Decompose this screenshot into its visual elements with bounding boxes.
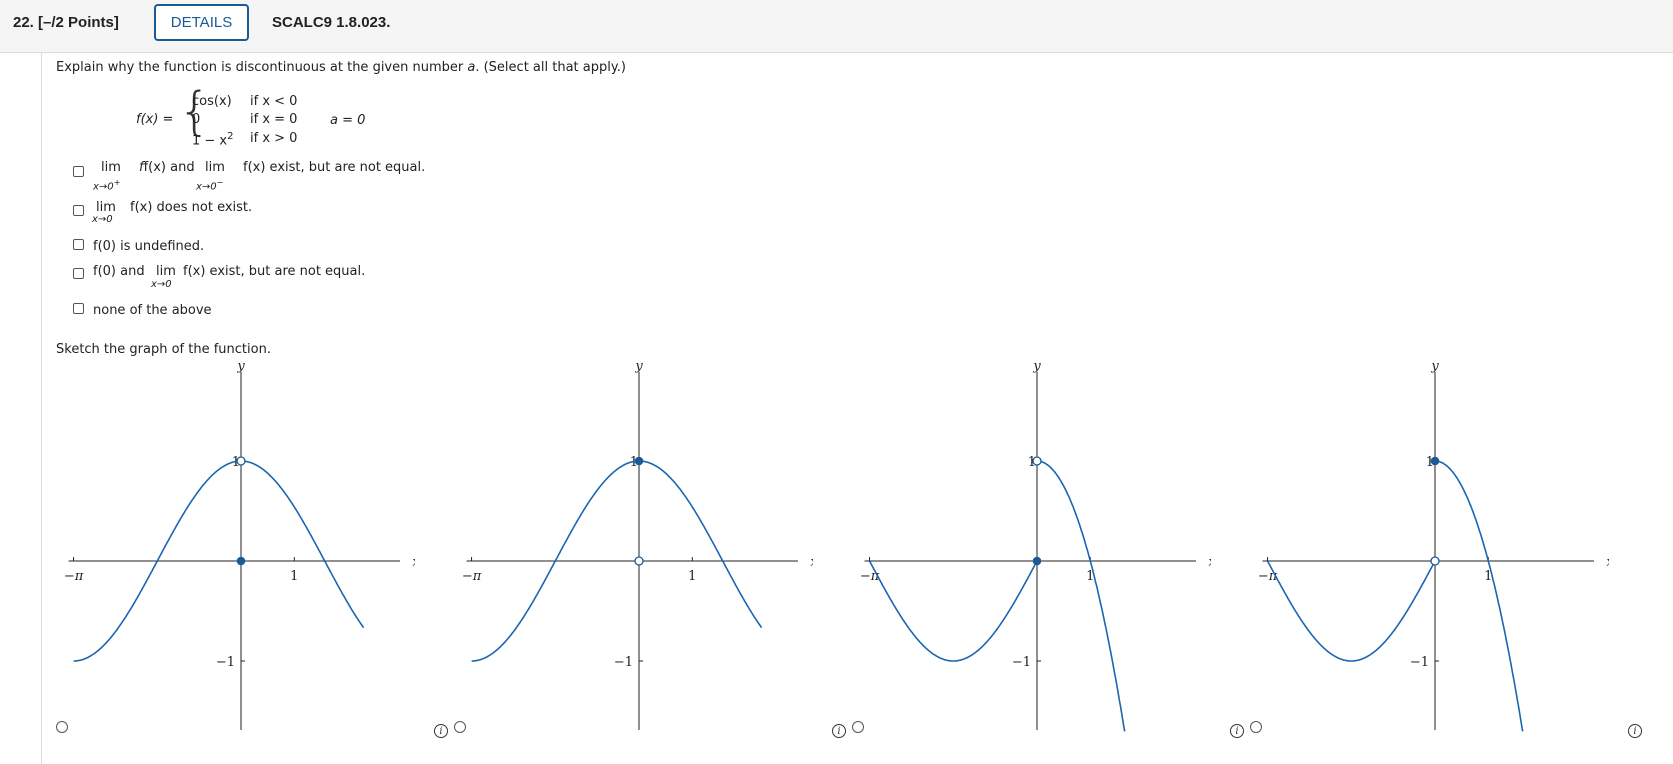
graph-4-radio[interactable] [1250,721,1262,733]
option-4-checkbox[interactable] [73,268,84,279]
graph-2-radio[interactable] [454,721,466,733]
tick-label-neg-pi: −π [1258,569,1278,584]
lim-sub: x→0+ [93,177,121,193]
tick-label-one: 1 [290,569,298,584]
piece-2-cond: if x = 0 [250,112,298,127]
y-axis-label: y [1430,360,1439,374]
problem-code: SCALC9 1.8.023. [272,14,391,31]
question-header: 22. [–/2 Points] DETAILS SCALC9 1.8.023. [0,0,1673,53]
filled-point [236,556,246,566]
option-4-text-a: f(0) and [93,264,145,279]
graph-1-radio[interactable] [56,721,68,733]
tick-label-neg-one: −1 [1410,655,1429,670]
piece-3-cond: if x > 0 [250,131,298,146]
info-icon[interactable]: i [832,724,846,738]
tick-label-neg-one: −1 [1012,655,1031,670]
lim-text: lim [205,160,225,175]
option-5-checkbox[interactable] [73,303,84,314]
question-number: 22. [–/2 Points] [13,14,119,31]
curve-left-piece [1266,560,1436,662]
open-point [1032,456,1042,466]
filled-point [1430,456,1440,466]
tick-label-one: 1 [688,569,696,584]
option-2-text: f(x) does not exist. [130,200,253,215]
graph-choice-1: xy−π1−11 [55,359,420,735]
function-lhs: f(x) = [136,112,174,127]
y-axis-label: y [236,360,245,374]
x-axis-label: x [1208,555,1211,570]
open-point [634,556,644,566]
question-number-text: 22. [13,14,34,31]
graph-choice-3: xy−π1−11 [851,359,1216,735]
tick-label-neg-pi: −π [64,569,84,584]
graph-choice-4: xy−π1−11 [1249,359,1614,735]
graph-1-svg: xy−π1−11 [64,359,420,730]
piece-1-cond: if x < 0 [250,94,298,109]
details-button[interactable]: DETAILS [154,4,249,41]
y-axis-label: y [634,360,643,374]
info-icon[interactable]: i [434,724,448,738]
tick-label-neg-pi: −π [860,569,880,584]
tick-label-neg-pi: −π [462,569,482,584]
graph-4-svg: xy−π1−11 [1258,359,1614,732]
question-prompt: Explain why the function is discontinuou… [56,60,626,75]
points-text: [–/2 Points] [38,14,119,31]
sketch-prompt: Sketch the graph of the function. [56,342,271,357]
option-5-label: none of the above [93,303,212,318]
curve-right-piece [1037,460,1126,732]
option-4-text-b: f(x) exist, but are not equal. [183,264,366,279]
info-icon[interactable]: i [1230,724,1244,738]
prompt-text: Explain why the function is discontinuou… [56,60,464,75]
option-2-checkbox[interactable] [73,205,84,216]
option-1-checkbox[interactable] [73,166,84,177]
point-a: a = 0 [330,113,366,128]
lim-text: lim [156,264,176,279]
piece-3-expr: 1 − x2 [192,131,234,149]
x-axis-label: x [412,555,415,570]
open-point [236,456,246,466]
lim-text: lim [101,160,121,175]
lim-text: lim [96,200,116,215]
option-3-checkbox[interactable] [73,239,84,250]
option-3-label: f(0) is undefined. [93,239,205,254]
graph-2-svg: xy−π1−11 [462,359,818,730]
graph-choice-2: xy−π1−11 [453,359,818,735]
filled-point [634,456,644,466]
x-axis-label: x [810,555,813,570]
y-axis-label: y [1032,360,1041,374]
option-1-text-b: f(x) exist, but are not equal. [243,160,426,175]
lim-sub: x→0− [196,177,224,193]
info-icon[interactable]: i [1628,724,1642,738]
graph-3-radio[interactable] [852,721,864,733]
option-1-text-a: ff(x) and [139,160,195,175]
lim-sub: x→0 [92,214,113,225]
curve-right-piece [639,460,763,629]
curve-right-piece [1435,460,1524,732]
lim-sub: x→0 [151,279,172,290]
tick-label-neg-one: −1 [614,655,633,670]
curve-right-piece [241,460,365,629]
left-divider [41,52,42,764]
piece-2-expr: 0 [192,112,201,127]
graph-3-svg: xy−π1−11 [860,359,1216,732]
x-axis-label: x [1606,555,1609,570]
open-point [1430,556,1440,566]
prompt-suffix: . (Select all that apply.) [475,60,626,75]
piece-1-expr: cos(x) [192,94,232,109]
tick-label-neg-one: −1 [216,655,235,670]
curve-left-piece [868,560,1038,662]
filled-point [1032,556,1042,566]
